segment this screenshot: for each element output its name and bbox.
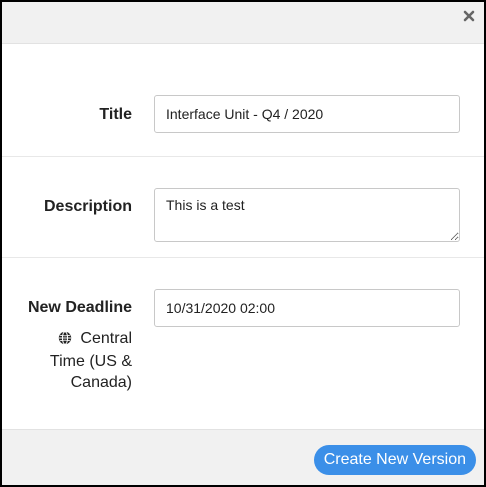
create-new-version-button[interactable]: Create New Version [313, 445, 476, 475]
deadline-input[interactable] [154, 289, 460, 327]
title-label: Title [99, 106, 132, 123]
title-row: Title [2, 44, 484, 157]
create-version-dialog: Title Description This is a test New Dea… [0, 0, 486, 487]
deadline-label: New Deadline [27, 299, 132, 316]
dialog-footer: Create New Version [2, 429, 484, 485]
timezone-note: Central Time (US & Canada) [22, 328, 132, 393]
deadline-row: New Deadline Central Time (US & Canada) [2, 258, 484, 429]
title-input[interactable] [154, 95, 460, 133]
description-textarea[interactable]: This is a test [154, 188, 460, 242]
dialog-header [2, 2, 484, 44]
description-label: Description [43, 198, 132, 215]
close-icon[interactable] [462, 9, 476, 23]
description-row: Description This is a test [2, 157, 484, 258]
globe-icon [58, 330, 72, 351]
